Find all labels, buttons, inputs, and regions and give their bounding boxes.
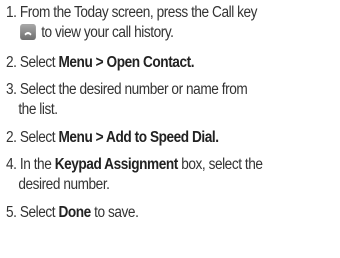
step-number: 4. bbox=[6, 156, 17, 173]
step-number: 5. bbox=[6, 204, 17, 221]
step-4: 4. In the Keypad Assignment box, select … bbox=[6, 155, 333, 195]
step-text: Select bbox=[19, 54, 59, 71]
step-5: 5. Select Done to save. bbox=[6, 203, 333, 223]
step-number: 1. bbox=[6, 4, 17, 21]
step-2-speed-dial: 2. Select Menu > Add to Speed Dial. bbox=[6, 128, 333, 148]
field-name: Keypad Assignment bbox=[54, 156, 179, 173]
step-text: box, select the bbox=[177, 156, 263, 173]
instruction-list: 1. From the Today screen, press the Call… bbox=[0, 0, 340, 258]
step-text-continued: to view your call history. bbox=[41, 24, 174, 41]
step-1: 1. From the Today screen, press the Call… bbox=[6, 3, 333, 43]
step-2: 2. Select Menu > Open Contact. bbox=[6, 53, 333, 73]
step-text: Select bbox=[19, 204, 59, 221]
step-text-continued: desired number. bbox=[18, 176, 110, 193]
step-number: 2. bbox=[6, 129, 17, 146]
call-key-icon bbox=[20, 24, 36, 40]
step-text-continued: the list. bbox=[18, 101, 58, 118]
menu-path: Menu > Add to Speed Dial. bbox=[58, 129, 219, 146]
step-text: Select bbox=[19, 129, 59, 146]
menu-path: Menu > Open Contact. bbox=[58, 54, 195, 71]
step-text: Select the desired number or name from bbox=[19, 81, 248, 98]
step-text: From the Today screen, press the Call ke… bbox=[19, 4, 258, 21]
step-3: 3. Select the desired number or name fro… bbox=[6, 80, 333, 120]
step-text: In the bbox=[19, 156, 55, 173]
button-name: Done bbox=[58, 204, 91, 221]
step-number: 3. bbox=[6, 81, 17, 98]
step-number: 2. bbox=[6, 54, 17, 71]
step-text: to save. bbox=[90, 204, 139, 221]
